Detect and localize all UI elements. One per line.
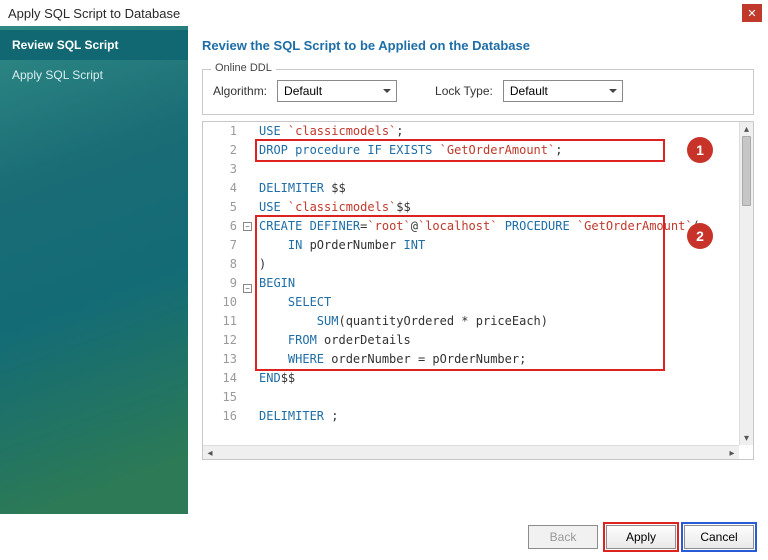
close-icon: ✕ bbox=[747, 7, 756, 20]
line-number: 16 bbox=[203, 407, 237, 426]
scroll-right-icon[interactable]: ▸ bbox=[725, 446, 739, 460]
scroll-left-icon[interactable]: ◂ bbox=[203, 446, 217, 460]
line-number: 13 bbox=[203, 350, 237, 369]
code-line[interactable]: FROM orderDetails bbox=[259, 331, 739, 350]
editor-gutter: 12345678910111213141516 bbox=[203, 122, 243, 445]
editor-code[interactable]: USE `classicmodels`;DROP procedure IF EX… bbox=[259, 122, 739, 445]
code-line[interactable]: DROP procedure IF EXISTS `GetOrderAmount… bbox=[259, 141, 739, 160]
back-button: Back bbox=[528, 525, 598, 549]
wizard-sidebar: Review SQL Script Apply SQL Script bbox=[0, 26, 188, 514]
window-title: Apply SQL Script to Database bbox=[8, 6, 180, 21]
main-panel: Review the SQL Script to be Applied on t… bbox=[188, 26, 768, 514]
fold-toggle-icon[interactable]: − bbox=[243, 222, 252, 231]
editor-vertical-scrollbar[interactable]: ▴ ▾ bbox=[739, 122, 753, 445]
page-heading: Review the SQL Script to be Applied on t… bbox=[202, 38, 754, 53]
line-number: 6 bbox=[203, 217, 237, 236]
scroll-down-icon[interactable]: ▾ bbox=[740, 431, 753, 445]
code-line[interactable]: SELECT bbox=[259, 293, 739, 312]
line-number: 11 bbox=[203, 312, 237, 331]
line-number: 4 bbox=[203, 179, 237, 198]
code-line[interactable]: USE `classicmodels`$$ bbox=[259, 198, 739, 217]
line-number: 7 bbox=[203, 236, 237, 255]
fold-toggle-icon[interactable]: − bbox=[243, 284, 252, 293]
algorithm-select[interactable]: Default bbox=[277, 80, 397, 102]
apply-button[interactable]: Apply bbox=[606, 525, 676, 549]
line-number: 9 bbox=[203, 274, 237, 293]
locktype-select[interactable]: Default bbox=[503, 80, 623, 102]
sidebar-step-apply[interactable]: Apply SQL Script bbox=[0, 60, 188, 90]
code-line[interactable] bbox=[259, 388, 739, 407]
line-number: 14 bbox=[203, 369, 237, 388]
code-line[interactable]: IN pOrderNumber INT bbox=[259, 236, 739, 255]
line-number: 5 bbox=[203, 198, 237, 217]
sidebar-step-review[interactable]: Review SQL Script bbox=[0, 30, 188, 60]
line-number: 8 bbox=[203, 255, 237, 274]
footer-buttons: Back Apply Cancel bbox=[0, 514, 768, 560]
code-line[interactable]: ) bbox=[259, 255, 739, 274]
code-line[interactable] bbox=[259, 160, 739, 179]
code-line[interactable]: USE `classicmodels`; bbox=[259, 122, 739, 141]
code-line[interactable]: CREATE DEFINER=`root`@`localhost` PROCED… bbox=[259, 217, 739, 236]
code-line[interactable]: DELIMITER ; bbox=[259, 407, 739, 426]
cancel-button[interactable]: Cancel bbox=[684, 525, 754, 549]
close-button[interactable]: ✕ bbox=[742, 4, 762, 22]
editor-horizontal-scrollbar[interactable]: ◂ ▸ bbox=[203, 445, 739, 459]
code-line[interactable]: WHERE orderNumber = pOrderNumber; bbox=[259, 350, 739, 369]
online-ddl-group: Online DDL Algorithm: Default Lock Type:… bbox=[202, 69, 754, 115]
algorithm-label: Algorithm: bbox=[213, 84, 267, 98]
scroll-thumb[interactable] bbox=[742, 136, 751, 206]
code-line[interactable]: END$$ bbox=[259, 369, 739, 388]
line-number: 2 bbox=[203, 141, 237, 160]
code-line[interactable]: DELIMITER $$ bbox=[259, 179, 739, 198]
sql-editor[interactable]: 12345678910111213141516 −− USE `classicm… bbox=[202, 121, 754, 460]
line-number: 12 bbox=[203, 331, 237, 350]
online-ddl-legend: Online DDL bbox=[211, 62, 276, 74]
line-number: 10 bbox=[203, 293, 237, 312]
titlebar: Apply SQL Script to Database bbox=[0, 0, 768, 26]
editor-fold-column: −− bbox=[243, 122, 255, 445]
line-number: 1 bbox=[203, 122, 237, 141]
line-number: 3 bbox=[203, 160, 237, 179]
locktype-label: Lock Type: bbox=[435, 84, 493, 98]
code-line[interactable]: SUM(quantityOrdered * priceEach) bbox=[259, 312, 739, 331]
code-line[interactable]: BEGIN bbox=[259, 274, 739, 293]
scroll-up-icon[interactable]: ▴ bbox=[740, 122, 753, 136]
line-number: 15 bbox=[203, 388, 237, 407]
